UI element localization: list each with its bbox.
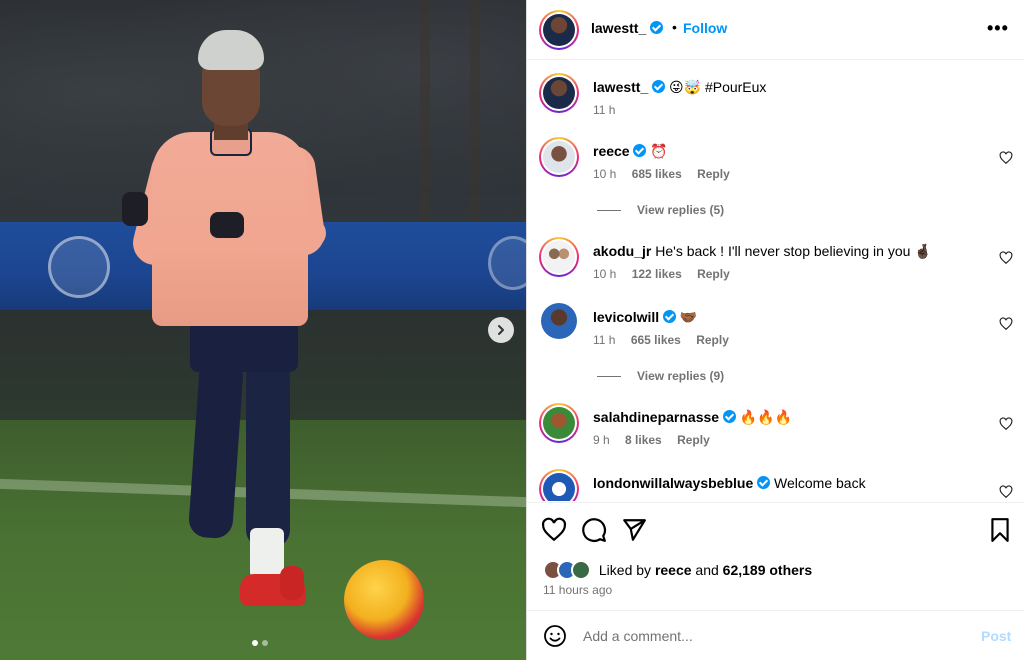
comment-time: 10 h	[593, 167, 617, 181]
banner-crest	[48, 236, 110, 298]
comment-likes[interactable]: 122 likes	[632, 267, 682, 281]
player-figure	[110, 28, 340, 628]
verified-badge-icon	[650, 21, 664, 34]
bookmark-icon[interactable]	[987, 517, 1013, 543]
caption-username[interactable]: lawestt_	[593, 79, 648, 95]
more-options-button[interactable]: •••	[987, 18, 1009, 39]
heart-icon[interactable]	[541, 517, 567, 543]
share-icon[interactable]	[621, 517, 647, 543]
comment-time: 11 h	[593, 333, 616, 347]
comment-composer: Post	[527, 610, 1024, 660]
background-tree-trunk	[420, 0, 430, 240]
follow-button[interactable]: Follow	[683, 20, 727, 36]
heart-icon[interactable]	[999, 317, 1013, 331]
comment-text: He's back ! I'll never stop believing in…	[655, 243, 932, 259]
post-time: 11 hours ago	[543, 583, 613, 597]
author-avatar[interactable]	[539, 73, 579, 113]
next-image-button[interactable]	[488, 317, 514, 343]
comment-username[interactable]: akodu_jr	[593, 243, 651, 259]
carousel-dots	[252, 640, 268, 646]
carousel-dot-active	[252, 640, 258, 646]
comment-icon[interactable]	[581, 517, 607, 543]
post-panel: lawestt_ • Follow ••• lawestt_ 😜🤯 #PourE…	[526, 0, 1024, 660]
verified-badge-icon	[633, 144, 647, 157]
author-avatar[interactable]	[539, 10, 579, 50]
commenter-avatar[interactable]	[539, 137, 579, 177]
caption-time: 11 h	[593, 103, 616, 117]
heart-icon[interactable]	[999, 417, 1013, 431]
heart-icon[interactable]	[999, 485, 1013, 499]
post-actions: Liked by reece and 62,189 others 11 hour…	[527, 502, 1024, 610]
comment-input[interactable]	[583, 625, 963, 647]
carousel-dot	[262, 640, 268, 646]
comment-text: 🔥🔥🔥	[739, 409, 793, 425]
comment-username[interactable]: salahdineparnasse	[593, 409, 719, 425]
view-replies-button[interactable]: View replies (5)	[597, 203, 724, 217]
comment-likes[interactable]: 685 likes	[632, 167, 682, 181]
comment-text: ⏰	[650, 143, 668, 159]
background-tree-trunk	[470, 0, 480, 240]
verified-badge-icon	[722, 410, 736, 423]
separator-dot: •	[672, 19, 677, 35]
comment-username[interactable]: reece	[593, 143, 630, 159]
heart-icon[interactable]	[999, 151, 1013, 165]
commenter-avatar[interactable]	[539, 403, 579, 443]
comment-username[interactable]: levicolwill	[593, 309, 659, 325]
liked-by-prefix: Liked by	[598, 562, 652, 578]
verified-badge-icon	[663, 310, 677, 323]
football	[344, 560, 424, 640]
reply-button[interactable]: Reply	[696, 333, 729, 347]
comment-text: Welcome back	[774, 475, 866, 491]
comment-username[interactable]: londonwillalwaysbeblue	[593, 475, 753, 491]
reply-button[interactable]: Reply	[677, 433, 710, 447]
comment-likes[interactable]: 8 likes	[625, 433, 662, 447]
comment-time: 10 h	[593, 267, 617, 281]
post-photo[interactable]	[0, 0, 526, 660]
post-comment-button[interactable]: Post	[981, 628, 1011, 644]
chevron-right-icon	[498, 325, 504, 335]
verified-badge-icon	[757, 476, 771, 489]
commenter-avatar[interactable]	[539, 237, 579, 277]
reply-button[interactable]: Reply	[697, 167, 730, 181]
liked-by-count[interactable]: 62,189 others	[723, 562, 813, 578]
comment-text: 🤝🏾	[679, 309, 698, 325]
verified-badge-icon	[652, 80, 666, 93]
commenter-avatar[interactable]	[539, 469, 579, 501]
heart-icon[interactable]	[999, 251, 1013, 265]
view-replies-button[interactable]: View replies (9)	[597, 369, 724, 383]
liked-by-user[interactable]: reece	[655, 562, 692, 578]
caption-text: 😜🤯 #PourEux	[669, 79, 767, 95]
commenter-avatar[interactable]	[541, 303, 577, 339]
emoji-icon[interactable]	[543, 624, 567, 648]
comment-likes[interactable]: 665 likes	[631, 333, 681, 347]
liked-by[interactable]: Liked by reece and 62,189 others	[543, 560, 812, 580]
reply-button[interactable]: Reply	[697, 267, 730, 281]
liked-by-and: and	[695, 562, 719, 578]
author-username[interactable]: lawestt_	[591, 20, 664, 36]
liked-by-avatars	[543, 560, 595, 580]
post-header: lawestt_ • Follow •••	[527, 0, 1024, 60]
comments-list[interactable]: lawestt_ 😜🤯 #PourEux 11 h reece ⏰ 10 h 6…	[527, 61, 1024, 501]
comment-time: 9 h	[593, 433, 610, 447]
